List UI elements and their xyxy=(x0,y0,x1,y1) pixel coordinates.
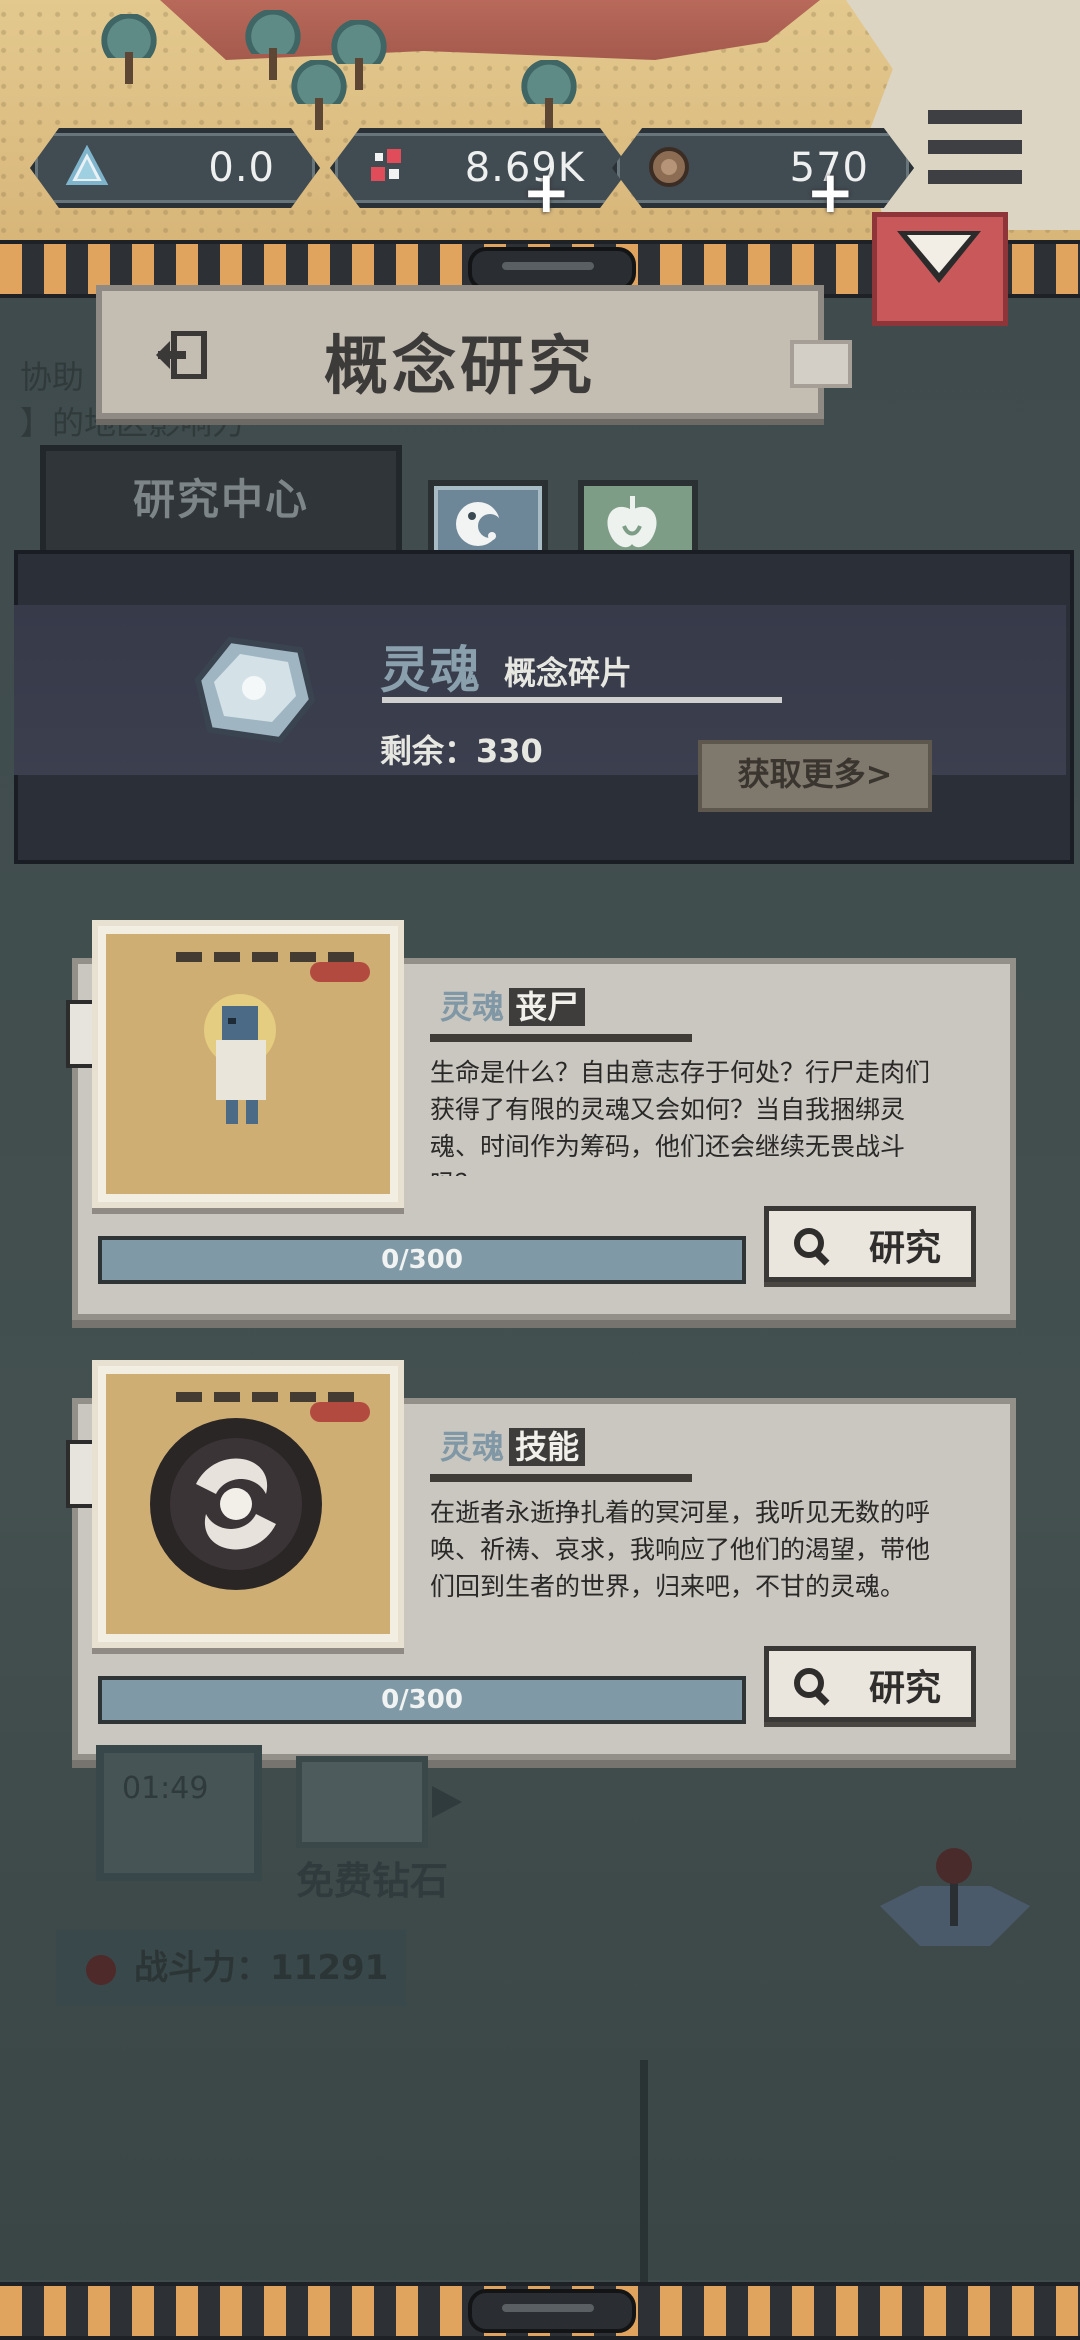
drag-handle[interactable] xyxy=(468,2289,636,2333)
card-category: 灵魂 xyxy=(440,988,505,1026)
card-title: 技能 xyxy=(509,1428,586,1466)
bg-text-line1: 协助 xyxy=(20,358,85,396)
card-title: 丧尸 xyxy=(509,988,586,1026)
crystal-icon xyxy=(65,145,109,185)
coin-counter[interactable]: 570 xyxy=(612,128,914,208)
card-header: 灵魂 丧尸 xyxy=(440,982,586,1028)
fragment-remaining: 剩余：330 xyxy=(380,732,543,770)
add-coins-button[interactable]: + xyxy=(806,163,855,221)
play-icon xyxy=(432,1786,462,1818)
crystal-value: 0.0 xyxy=(208,145,275,191)
tree-icon xyxy=(290,60,348,130)
fragment-type: 概念碎片 xyxy=(504,654,633,692)
tree-icon xyxy=(100,14,158,84)
research-button[interactable]: 研究 xyxy=(764,1206,976,1282)
card-description: 生命是什么？自由意志存于何处？行尸走肉们获得了有限的灵魂又会如何？当自我捆绑灵魂… xyxy=(430,1058,931,1176)
research-button-label: 研究 xyxy=(868,1228,941,1269)
alert-icon xyxy=(86,1954,116,1985)
tree-icon xyxy=(520,60,578,130)
combat-power: 战斗力：11291 xyxy=(56,1930,406,2006)
get-more-button[interactable]: 获取更多> xyxy=(698,740,932,812)
divider xyxy=(382,697,782,703)
combat-power-text: 战斗力：11291 xyxy=(134,1948,389,1988)
joystick-icon[interactable] xyxy=(870,1846,1040,1966)
title-decoration xyxy=(790,340,852,388)
card-underline xyxy=(430,1474,692,1482)
title-bar: 概念研究 xyxy=(96,285,824,419)
collapse-button[interactable] xyxy=(872,212,1008,326)
timer-box: 01:49 xyxy=(96,1745,262,1881)
gem-icon xyxy=(371,149,401,181)
card-category: 灵魂 xyxy=(440,1428,505,1466)
page-title: 概念研究 xyxy=(324,330,596,404)
menu-button[interactable] xyxy=(922,110,1032,190)
magnifier-icon xyxy=(794,1228,830,1266)
pole xyxy=(640,2060,648,2290)
card-underline xyxy=(430,1034,692,1042)
card-header: 灵魂 技能 xyxy=(440,1422,586,1468)
add-gems-button[interactable]: + xyxy=(522,163,571,221)
magnifier-icon xyxy=(794,1668,830,1706)
tab-research-center[interactable]: 研究中心 xyxy=(40,445,402,567)
coin-icon xyxy=(649,147,689,187)
card-description: 在逝者永逝挣扎着的冥河星，我听见无数的呼唤、祈祷、哀求，我响应了他们的渴望，带他… xyxy=(430,1498,931,1601)
gem-counter[interactable]: 8.69K xyxy=(330,128,630,208)
research-button-label: 研究 xyxy=(868,1668,941,1709)
research-button[interactable]: 研究 xyxy=(764,1646,976,1722)
zombie-icon xyxy=(204,994,276,1124)
zombie-card-image xyxy=(92,920,404,1208)
free-gem-video[interactable] xyxy=(296,1756,462,1848)
soul-fragment-icon xyxy=(194,636,316,744)
soul-swirl-icon xyxy=(150,1418,322,1590)
research-progress-bar: 0/300 xyxy=(98,1236,746,1284)
skill-card-image xyxy=(92,1360,404,1648)
research-progress-bar: 0/300 xyxy=(98,1676,746,1724)
fragment-name: 灵魂 xyxy=(380,641,480,699)
timer-text: 01:49 xyxy=(122,1771,209,1806)
crystal-counter[interactable]: 0.0 xyxy=(30,128,320,208)
free-gem-label: 免费钻石 xyxy=(296,1859,449,1903)
